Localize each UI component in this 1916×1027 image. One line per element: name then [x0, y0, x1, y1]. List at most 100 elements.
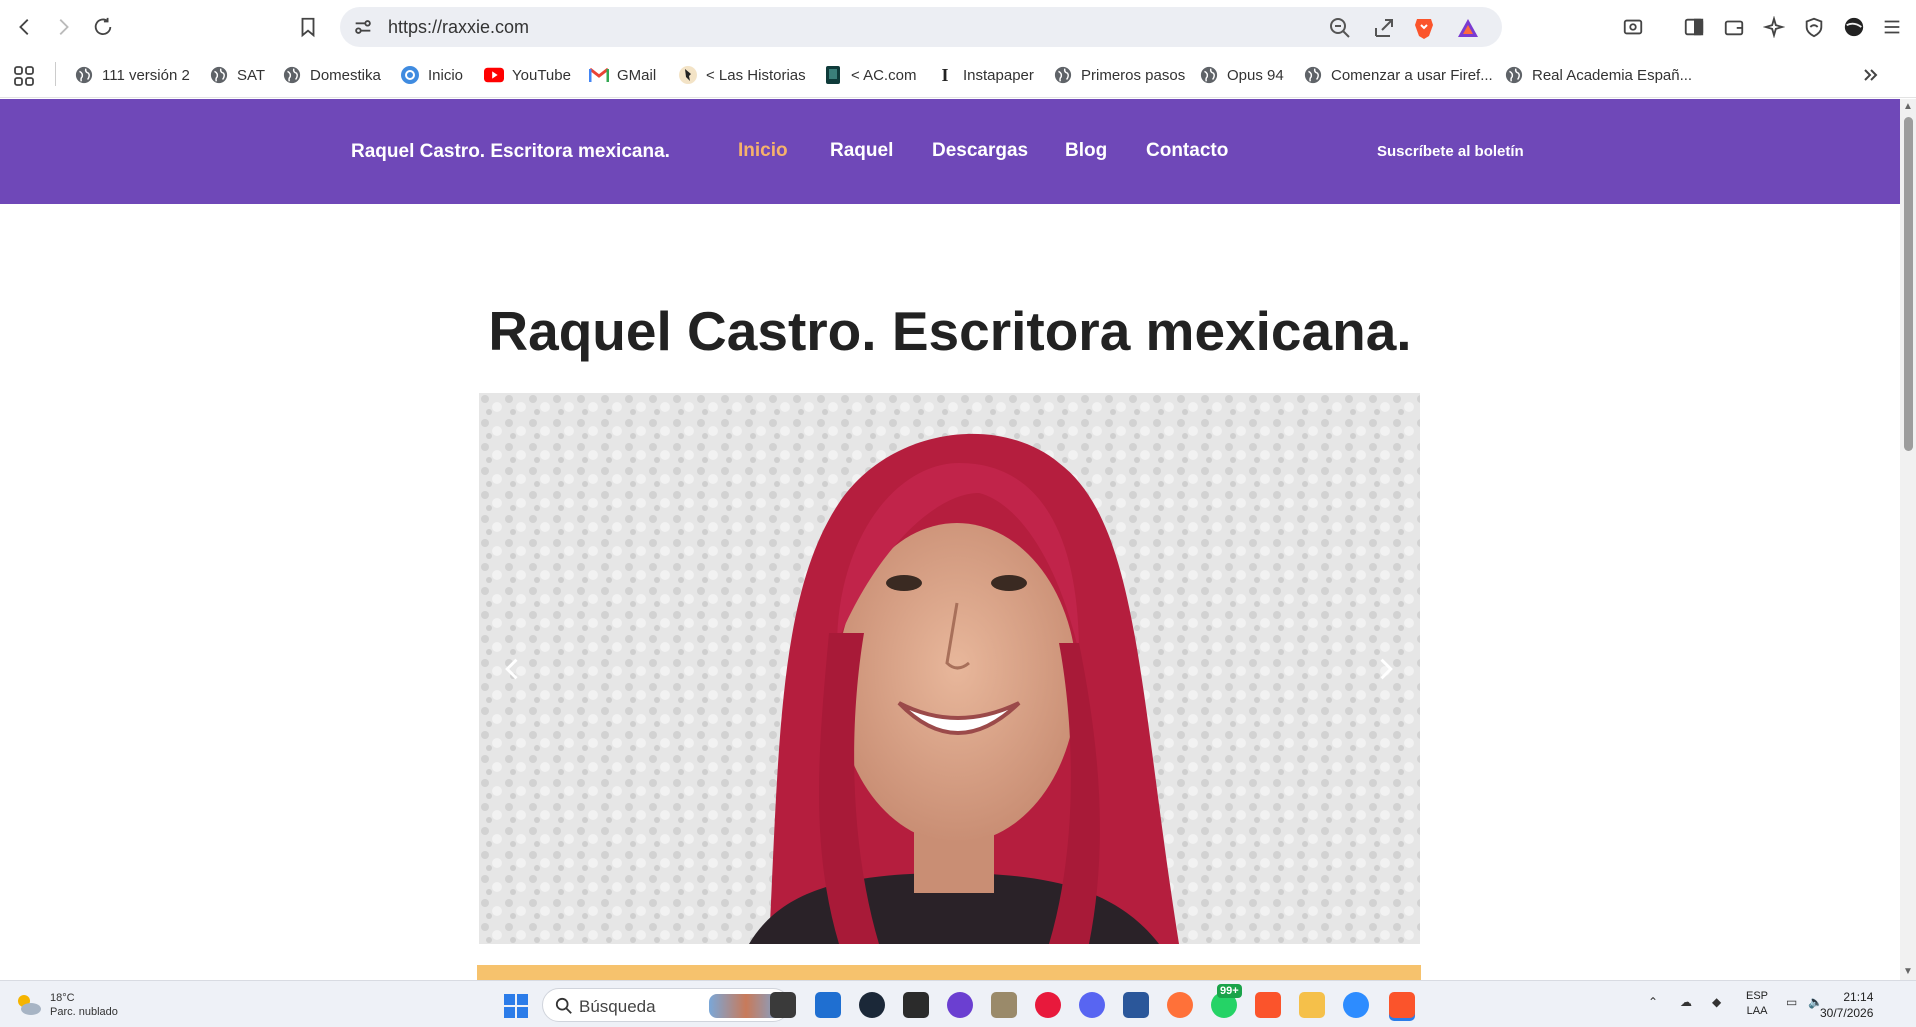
davinci-icon[interactable] [903, 992, 929, 1018]
bookmark-label: 111 versión 2 [102, 66, 190, 84]
clock-time: 21:14 [1843, 990, 1874, 1004]
store-icon[interactable] [815, 992, 841, 1018]
scroll-down-icon[interactable]: ▼ [1903, 967, 1913, 977]
slider-prev-button[interactable] [495, 651, 531, 687]
search-icon [555, 997, 572, 1014]
weather-desc: Parc. nublado [50, 1006, 118, 1018]
bookmark-item[interactable]: Opus 94 [1199, 63, 1284, 87]
reader-mode-icon[interactable] [1618, 12, 1648, 42]
keyboard-layout: LAA [1746, 1005, 1768, 1017]
taskbar-search[interactable]: Búsqueda [542, 988, 790, 1022]
wallet-icon[interactable] [1719, 12, 1749, 42]
youtube-icon [484, 65, 504, 85]
menu-icon[interactable] [1877, 12, 1907, 42]
instapaper-icon: I [941, 64, 949, 85]
nav-blog[interactable]: Blog [1065, 140, 1107, 162]
browser-toolbar: https://raxxie.com [0, 0, 1916, 54]
discord-icon[interactable] [1079, 992, 1105, 1018]
bookmark-label: Opus 94 [1227, 66, 1284, 84]
bookmark-item[interactable]: < AC.com [823, 63, 916, 87]
nav-contacto[interactable]: Contacto [1146, 140, 1228, 162]
vpn-icon[interactable] [1799, 12, 1829, 42]
gimp-icon[interactable] [991, 992, 1017, 1018]
sidebar-icon[interactable] [1679, 12, 1709, 42]
accent-strip [477, 965, 1421, 980]
more-bookmarks-icon[interactable] [1862, 63, 1880, 87]
share-icon[interactable] [1372, 16, 1396, 40]
brave-active-icon[interactable] [1389, 992, 1415, 1018]
reload-icon[interactable] [88, 12, 118, 42]
language-indicator[interactable]: ESP LAA [1746, 989, 1768, 1019]
bookmark-item[interactable]: Inicio [400, 63, 463, 87]
system-clock[interactable]: 21:14 30/7/2026 [1820, 989, 1873, 1021]
nav-inicio[interactable]: Inicio [738, 140, 788, 162]
page-scrollbar[interactable]: ▲ ▼ [1900, 99, 1916, 980]
bookmark-item[interactable]: YouTube [484, 63, 571, 87]
profile-icon[interactable] [1839, 12, 1869, 42]
steam-icon[interactable] [859, 992, 885, 1018]
weather-widget[interactable]: 18°C Parc. nublado [14, 991, 118, 1019]
page-viewport: Raquel Castro. Escritora mexicana. Inici… [0, 99, 1900, 980]
bookmark-item[interactable]: I Instapaper [935, 63, 1033, 87]
nav-raquel[interactable]: Raquel [830, 140, 893, 162]
weather-temp: 18°C [50, 992, 75, 1004]
bookmark-item[interactable]: SAT [209, 63, 265, 87]
site-title[interactable]: Raquel Castro. Escritora mexicana. [351, 141, 670, 163]
file-explorer-icon[interactable] [1299, 992, 1325, 1018]
subscribe-link[interactable]: Suscríbete al boletín [1377, 143, 1524, 160]
bookmark-item[interactable]: Comenzar a usar Firef... [1303, 63, 1493, 87]
whatsapp-icon[interactable]: 99+ [1211, 984, 1242, 1018]
clock-date: 30/7/2026 [1820, 1006, 1874, 1020]
bookmark-item[interactable]: 111 versión 2 [74, 63, 190, 87]
show-hidden-icons[interactable]: ⌃ [1648, 995, 1658, 1009]
scroll-thumb[interactable] [1904, 117, 1913, 451]
back-icon[interactable] [10, 12, 40, 42]
address-bar[interactable]: https://raxxie.com [340, 7, 1502, 47]
bookmark-label: Comenzar a usar Firef... [1331, 66, 1493, 84]
zoom-icon[interactable] [1328, 16, 1352, 40]
page-title: Raquel Castro. Escritora mexicana. [488, 300, 1412, 362]
onedrive-icon[interactable]: ☁ [1680, 995, 1692, 1009]
task-view-icon[interactable] [770, 992, 796, 1018]
language-code: ESP [1746, 990, 1769, 1002]
site-header: Raquel Castro. Escritora mexicana. Inici… [0, 99, 1900, 204]
bookmark-label: Primeros pasos [1081, 66, 1186, 84]
author-photo [479, 393, 1420, 944]
bookmarks-separator [55, 62, 56, 86]
brave-taskbar-icon[interactable] [1255, 992, 1281, 1018]
bookmark-label: YouTube [512, 66, 571, 84]
brave-rewards-icon[interactable] [1456, 16, 1480, 40]
bookmark-item[interactable]: GMail [589, 63, 656, 87]
whatsapp-badge: 99+ [1217, 984, 1242, 998]
nav-descargas[interactable]: Descargas [932, 140, 1028, 162]
image-slider [479, 393, 1420, 944]
dropbox-icon[interactable]: ◆ [1712, 995, 1721, 1009]
bookmark-icon[interactable] [293, 12, 323, 42]
windows-start-icon[interactable] [503, 993, 529, 1019]
bookmark-label: < AC.com [851, 66, 917, 84]
url-text[interactable]: https://raxxie.com [388, 17, 529, 38]
apps-grid-icon[interactable] [12, 64, 36, 88]
bookmark-item[interactable]: Real Academia Españ... [1504, 63, 1692, 87]
scroll-up-icon[interactable]: ▲ [1903, 102, 1913, 112]
firefox-icon[interactable] [1167, 992, 1193, 1018]
bookmark-item[interactable]: < Las Historias [678, 63, 806, 87]
globe-icon [1199, 65, 1219, 85]
leo-ai-icon[interactable] [1759, 12, 1789, 42]
bookmark-item[interactable]: Domestika [282, 63, 381, 87]
headphones-app-icon[interactable] [947, 992, 973, 1018]
slider-next-button[interactable] [1367, 651, 1403, 687]
forward-icon[interactable] [48, 12, 78, 42]
book-icon [823, 65, 843, 85]
word-icon[interactable] [1123, 992, 1149, 1018]
bookmark-label: SAT [237, 66, 266, 84]
media-player-icon[interactable] [1035, 992, 1061, 1018]
brave-shield-icon[interactable] [1412, 16, 1436, 40]
bookmark-item[interactable]: Primeros pasos [1053, 63, 1185, 87]
site-info-icon[interactable] [352, 16, 374, 38]
zoom-app-icon[interactable] [1343, 992, 1369, 1018]
network-icon[interactable]: ▭ [1786, 995, 1797, 1009]
globe-icon [209, 65, 229, 85]
canva-icon [400, 65, 420, 85]
globe-icon [1053, 65, 1073, 85]
